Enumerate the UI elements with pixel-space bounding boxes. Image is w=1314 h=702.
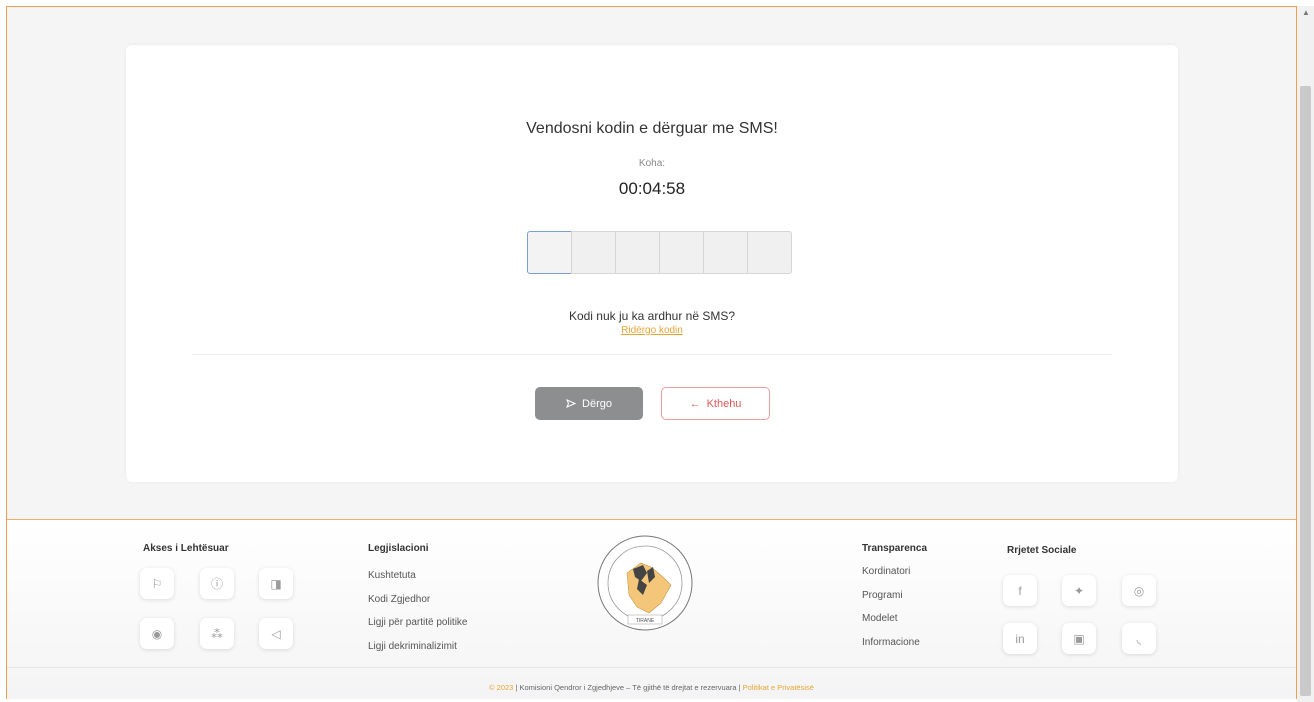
copyright: © 2023 | Komisioni Qendror i Zgjedhjeve …: [7, 683, 1296, 692]
footer: Akses i Lehtësuar ⚐ ⓘ ◨ ◉ ⁂ ◁ Legjislaci…: [7, 519, 1296, 699]
kqz-seal-logo: TIRANE: [597, 535, 693, 631]
twitter-icon[interactable]: ✦: [1062, 575, 1096, 606]
footer-divider: [7, 667, 1296, 668]
otp-digit-4[interactable]: [659, 231, 704, 274]
eye-icon[interactable]: ◉: [140, 618, 174, 649]
link-programi[interactable]: Programi: [862, 590, 903, 601]
megaphone-icon[interactable]: ◁: [259, 618, 293, 649]
flag-icon[interactable]: ⚐: [140, 568, 174, 599]
countdown-timer: 00:04:58: [618, 179, 686, 198]
otp-digit-1[interactable]: [527, 231, 572, 274]
contrast-icon[interactable]: ◨: [259, 568, 293, 599]
sms-verification-card: Vendosni kodin e dërguar me SMS! Koha: 0…: [126, 45, 1178, 482]
back-button-label: Kthehu: [706, 397, 742, 410]
legislation-title: Legjislacioni: [368, 543, 429, 554]
otp-input-group: [527, 231, 792, 274]
send-button[interactable]: Dërgo: [535, 387, 643, 420]
seal-city-text: TIRANE: [636, 618, 655, 624]
info-icon[interactable]: ⓘ: [200, 568, 234, 599]
link-modelet[interactable]: Modelet: [862, 613, 898, 624]
link-kordinatori[interactable]: Kordinatori: [862, 566, 910, 577]
time-label: Koha:: [638, 158, 666, 169]
send-button-label: Dërgo: [582, 397, 612, 410]
otp-digit-5[interactable]: [703, 231, 748, 274]
otp-digit-6[interactable]: [747, 231, 792, 274]
link-kushtetuta[interactable]: Kushtetuta: [368, 570, 416, 581]
linkedin-icon[interactable]: in: [1003, 623, 1037, 654]
page-frame: Vendosni kodin e dërguar me SMS! Koha: 0…: [6, 6, 1297, 699]
link-kodi-zgjedhor[interactable]: Kodi Zgjedhor: [368, 594, 430, 605]
otp-digit-3[interactable]: [615, 231, 660, 274]
copyright-text: | Komisioni Qendror i Zgjedhjeve – Të gj…: [515, 683, 741, 692]
send-icon: [566, 399, 577, 408]
no-code-text: Kodi nuk ju ka ardhur në SMS?: [568, 309, 736, 323]
instagram-icon[interactable]: ◎: [1122, 575, 1156, 606]
accessibility-title: Akses i Lehtësuar: [143, 543, 229, 554]
divider: [192, 354, 1112, 355]
link-informacione[interactable]: Informacione: [862, 637, 920, 648]
resend-code-link[interactable]: Ridërgo kodin: [621, 325, 683, 336]
link-ligji-dekriminalizimit[interactable]: Ligji dekriminalizimit: [368, 641, 457, 652]
scrollbar-thumb[interactable]: [1300, 86, 1311, 696]
privacy-policy-link[interactable]: Politikat e Privatësisë: [743, 683, 814, 692]
scroll-up-arrow-icon[interactable]: ▲: [1302, 8, 1310, 18]
vertical-scrollbar[interactable]: ▲: [1297, 6, 1314, 702]
transparency-title: Transparenca: [862, 543, 928, 554]
back-button[interactable]: ← Kthehu: [661, 387, 770, 420]
otp-digit-2[interactable]: [571, 231, 616, 274]
copyright-year: © 2023: [489, 683, 514, 692]
resend-container: Ridërgo kodin: [126, 325, 1178, 336]
rss-icon[interactable]: ◟: [1122, 623, 1156, 654]
social-title: Rrjetet Sociale: [1007, 545, 1077, 556]
page-title: Vendosni kodin e dërguar me SMS!: [526, 120, 778, 137]
link-ligji-partite[interactable]: Ligji për partitë politike: [368, 617, 468, 628]
youtube-icon[interactable]: ▣: [1062, 623, 1096, 654]
facebook-icon[interactable]: f: [1003, 575, 1037, 606]
people-icon[interactable]: ⁂: [200, 618, 234, 649]
arrow-left-icon: ←: [689, 397, 701, 410]
